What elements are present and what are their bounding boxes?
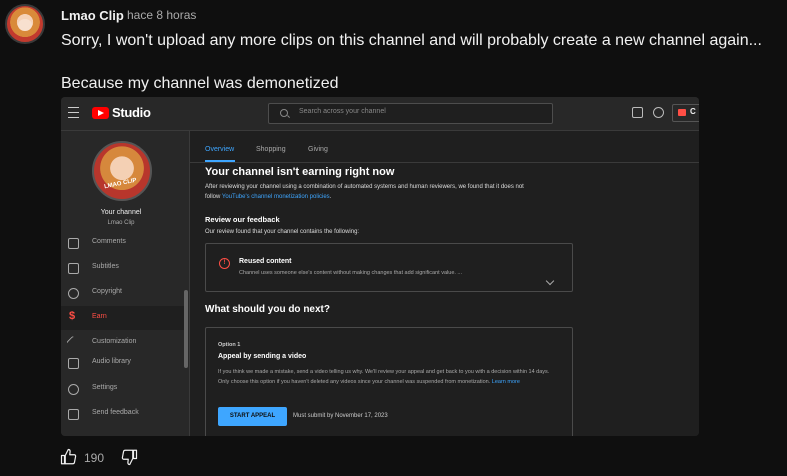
reused-title: Reused content: [239, 258, 292, 265]
like-count: 190: [84, 451, 105, 465]
status-body-line1: After reviewing your channel using a com…: [205, 184, 524, 190]
tab-overview: Overview: [205, 146, 235, 153]
channel-avatar: LMAO CLIP: [92, 141, 152, 201]
learn-more-link: Learn more: [491, 379, 520, 385]
studio-sidebar: LMAO CLIP Your channel Lmao Clip Comment…: [61, 131, 190, 436]
create-button: C: [672, 104, 699, 122]
option-label: Option 1: [218, 342, 241, 348]
tab-divider: [190, 162, 699, 163]
nav-label: Earn: [92, 313, 107, 320]
status-title: Your channel isn't earning right now: [205, 166, 395, 178]
nav-copyright: Copyright: [61, 281, 185, 305]
dollar-icon: $: [69, 310, 76, 322]
channel-name: Lmao Clip: [107, 220, 135, 226]
menu-icon: [68, 107, 79, 118]
audio-library-icon: [68, 358, 79, 369]
next-title: What should you do next?: [205, 304, 330, 315]
help-icon: [653, 107, 664, 118]
status-body-suffix: .: [329, 194, 332, 200]
thumbs-down-icon[interactable]: [120, 448, 138, 466]
nav-label: Send feedback: [92, 409, 139, 416]
studio-main: Overview Shopping Giving Your channel is…: [190, 131, 699, 436]
subtitles-icon: [632, 107, 643, 118]
policies-link: YouTube's channel monetization policies: [221, 194, 330, 200]
magic-wand-icon: [66, 335, 80, 350]
nav-label: Audio library: [92, 358, 131, 365]
chevron-down-icon: [545, 276, 555, 286]
create-label: C: [690, 107, 696, 116]
search-placeholder: Search across your channel: [299, 108, 386, 115]
comments-icon: [68, 238, 79, 249]
nav-settings: Settings: [61, 377, 185, 401]
feedback-icon: [68, 409, 79, 420]
nav-send-feedback: Send feedback: [61, 402, 185, 426]
tab-shopping: Shopping: [256, 146, 286, 153]
option-title: Appeal by sending a video: [218, 353, 307, 360]
nav-label: Copyright: [92, 288, 122, 295]
comment-text-line1: Sorry, I won't upload any more clips on …: [61, 32, 762, 49]
nav-label: Settings: [92, 384, 118, 391]
gear-icon: [68, 384, 79, 395]
nav-subtitles: Subtitles: [61, 256, 185, 280]
tab-giving: Giving: [308, 146, 328, 153]
review-title: Review our feedback: [205, 215, 280, 224]
subtitles-icon: [68, 263, 79, 274]
appeal-option-card: Option 1 Appeal by sending a video If yo…: [205, 327, 573, 436]
youtube-logo-icon: [92, 107, 109, 119]
start-appeal-button: START APPEAL: [218, 407, 287, 426]
nav-label: Customization: [92, 338, 137, 345]
option-body: If you think we made a mistake, send a v…: [218, 367, 558, 387]
search-icon: [280, 109, 288, 117]
copyright-icon: [68, 288, 79, 299]
nav-label: Comments: [92, 238, 126, 245]
nav-label: Subtitles: [92, 263, 119, 270]
attached-screenshot[interactable]: Studio Search across your channel C LMAO…: [61, 97, 699, 436]
channel-avatar-text: LMAO CLIP: [103, 177, 138, 191]
sidebar-scrollbar: [184, 290, 188, 368]
reused-content-card: ! Reused content Channel uses someone el…: [205, 243, 573, 292]
status-body-line2: follow YouTube's channel monetization po…: [205, 192, 331, 202]
author-avatar[interactable]: [5, 4, 45, 44]
comment-text-line2: Because my channel was demonetized: [61, 75, 339, 92]
studio-topbar: Studio Search across your channel C: [61, 97, 699, 131]
review-body: Our review found that your channel conta…: [205, 229, 360, 235]
nav-audio-library: Audio library: [61, 351, 185, 375]
alert-icon: !: [219, 258, 230, 269]
thumbs-up-icon[interactable]: [60, 448, 78, 466]
deadline-text: Must submit by November 17, 2023: [293, 413, 388, 419]
comment-author[interactable]: Lmao Clip: [61, 8, 124, 23]
nav-comments: Comments: [61, 231, 185, 255]
status-body-prefix: follow: [205, 194, 222, 200]
studio-logo-text: Studio: [112, 105, 151, 120]
comment-time[interactable]: hace 8 horas: [127, 8, 196, 22]
studio-search-input: Search across your channel: [268, 103, 553, 124]
reused-body: Channel uses someone else's content with…: [239, 270, 463, 276]
record-icon: [678, 109, 686, 116]
your-channel-label: Your channel: [100, 209, 142, 216]
nav-earn: $ Earn: [61, 306, 185, 330]
